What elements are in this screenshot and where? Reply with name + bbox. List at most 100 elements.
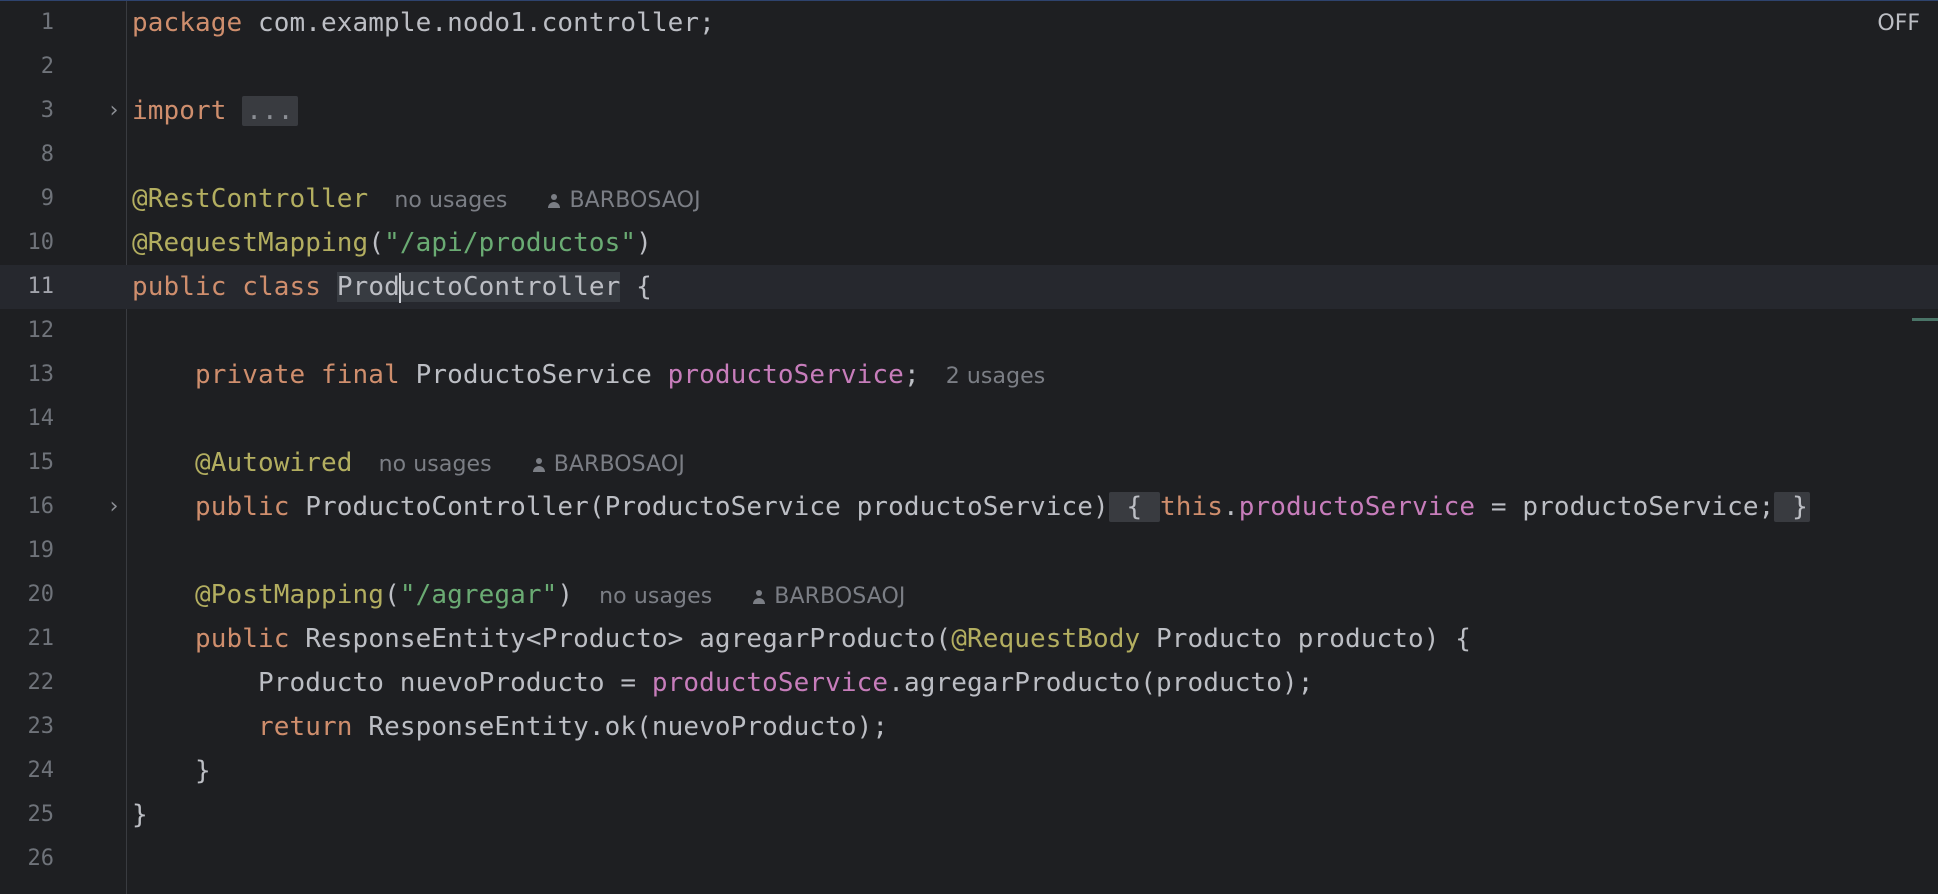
code-text: import ...	[132, 89, 298, 133]
constructor-signature: ProductoController(ProductoService produ…	[289, 492, 1109, 522]
keyword: package	[132, 8, 243, 38]
author-hint[interactable]: BARBOSAOJ	[752, 584, 905, 609]
code-text: public class ProductoController {	[132, 265, 652, 309]
code-line[interactable]: 9 @RestController no usages BARBOSAOJ	[0, 177, 1938, 221]
line-number: 11	[27, 274, 55, 299]
code-line[interactable]: 20 @PostMapping("/agregar") no usages BARB…	[0, 573, 1938, 617]
current-code-line[interactable]: 11 public class ProductoController {	[0, 265, 1938, 309]
folded-brace-open[interactable]: {	[1108, 492, 1160, 522]
keyword: private final	[195, 360, 400, 390]
user-icon	[547, 194, 561, 208]
code-line[interactable]: 23 return ResponseEntity.ok(nuevoProduct…	[0, 705, 1938, 749]
user-icon	[752, 590, 766, 604]
code-text: package com.example.nodo1.controller;	[132, 1, 715, 45]
line-number: 23	[27, 714, 55, 739]
annotation: @Autowired	[195, 448, 353, 478]
keyword: public	[195, 492, 290, 522]
paren: )	[557, 580, 574, 610]
code-text: public ResponseEntity<Producto> agregarP…	[132, 617, 1471, 661]
class-name-highlight[interactable]: ProductoController	[336, 272, 621, 303]
code-line[interactable]: 15 @Autowired no usages BARBOSAOJ	[0, 441, 1938, 485]
code-text: @PostMapping("/agregar") no usages BARBOSA…	[132, 573, 906, 617]
method-params: Producto producto) {	[1140, 624, 1472, 654]
line-number: 16	[27, 494, 55, 519]
annotation: @RestController	[132, 184, 369, 214]
code-line[interactable]: 21 public ResponseEntity<Producto> agreg…	[0, 617, 1938, 661]
code-line[interactable]: 12	[0, 309, 1938, 353]
code-line[interactable]: 3 › import ...	[0, 89, 1938, 133]
string-literal: "/api/productos"	[384, 228, 637, 258]
folded-imports[interactable]: ...	[242, 96, 298, 126]
code-line[interactable]: 10 @RequestMapping("/api/productos")	[0, 221, 1938, 265]
method-call: .agregarProducto(producto);	[888, 668, 1314, 698]
author-hint[interactable]: BARBOSAOJ	[532, 452, 685, 477]
code-line[interactable]: 26	[0, 837, 1938, 881]
line-number: 10	[27, 230, 55, 255]
keyword: import	[132, 96, 227, 126]
code-line[interactable]: 13 private final ProductoService product…	[0, 353, 1938, 397]
line-number: 12	[27, 318, 55, 343]
author-name: BARBOSAOJ	[774, 584, 906, 609]
field-name: productoService	[1238, 492, 1476, 522]
code-line[interactable]: 25 }	[0, 793, 1938, 837]
fold-expand-icon[interactable]: ›	[104, 100, 124, 122]
method-signature: ResponseEntity<Producto> agregarProducto…	[289, 624, 952, 654]
folded-brace-close[interactable]: }	[1774, 492, 1810, 522]
usages-hint[interactable]: no usages	[379, 452, 492, 477]
code-line[interactable]: 8	[0, 133, 1938, 177]
close-brace: }	[132, 800, 148, 830]
usages-hint[interactable]: no usages	[599, 584, 712, 609]
assignment: = productoService;	[1475, 492, 1775, 522]
paren: (	[368, 228, 385, 258]
user-icon	[532, 458, 546, 472]
code-line[interactable]: 22 Producto nuevoProducto = productoServ…	[0, 661, 1938, 705]
code-text: return ResponseEntity.ok(nuevoProducto);	[132, 705, 888, 749]
line-number: 14	[27, 406, 55, 431]
code-line[interactable]: 2	[0, 45, 1938, 89]
code-line[interactable]: 16 › public ProductoController(ProductoS…	[0, 485, 1938, 529]
usages-hint[interactable]: no usages	[394, 188, 507, 213]
line-number: 24	[27, 758, 55, 783]
line-number: 9	[40, 186, 54, 211]
return-expression: ResponseEntity.ok(nuevoProducto);	[352, 712, 889, 742]
line-number: 1	[40, 10, 54, 35]
author-hint[interactable]: BARBOSAOJ	[547, 188, 701, 213]
line-number: 19	[27, 538, 55, 563]
usages-hint[interactable]: 2 usages	[946, 364, 1046, 389]
semicolon: ;	[903, 360, 920, 390]
code-line[interactable]: 1 package com.example.nodo1.controller;	[0, 1, 1938, 45]
code-text: @RestController no usages BARBOSAOJ	[132, 177, 701, 221]
keyword: return	[258, 712, 353, 742]
code-text: @Autowired no usages BARBOSAOJ	[132, 441, 685, 485]
keyword: public class	[132, 272, 322, 302]
code-line[interactable]: 14	[0, 397, 1938, 441]
code-text: private final ProductoService productoSe…	[132, 353, 1045, 397]
annotation: @PostMapping	[195, 580, 385, 610]
line-number: 26	[27, 846, 55, 871]
paren: )	[636, 228, 652, 258]
line-number: 21	[27, 626, 55, 651]
fold-expand-icon[interactable]: ›	[104, 496, 124, 518]
code-line[interactable]: 24 }	[0, 749, 1938, 793]
open-brace: {	[620, 272, 652, 302]
code-editor[interactable]: OFF 1 package com.example.nodo1.controll…	[0, 1, 1938, 894]
class-name-part: Prod	[336, 272, 400, 302]
line-number: 13	[27, 362, 55, 387]
class-name-part: uctoController	[399, 272, 621, 302]
code-line[interactable]: 19	[0, 529, 1938, 573]
annotation: @RequestBody	[951, 624, 1141, 654]
code-text: Producto nuevoProducto = productoService…	[132, 661, 1314, 705]
line-number: 15	[27, 450, 55, 475]
string-literal: "/agregar"	[399, 580, 558, 610]
type-name: ProductoService	[399, 360, 668, 390]
dot: .	[1223, 492, 1239, 522]
